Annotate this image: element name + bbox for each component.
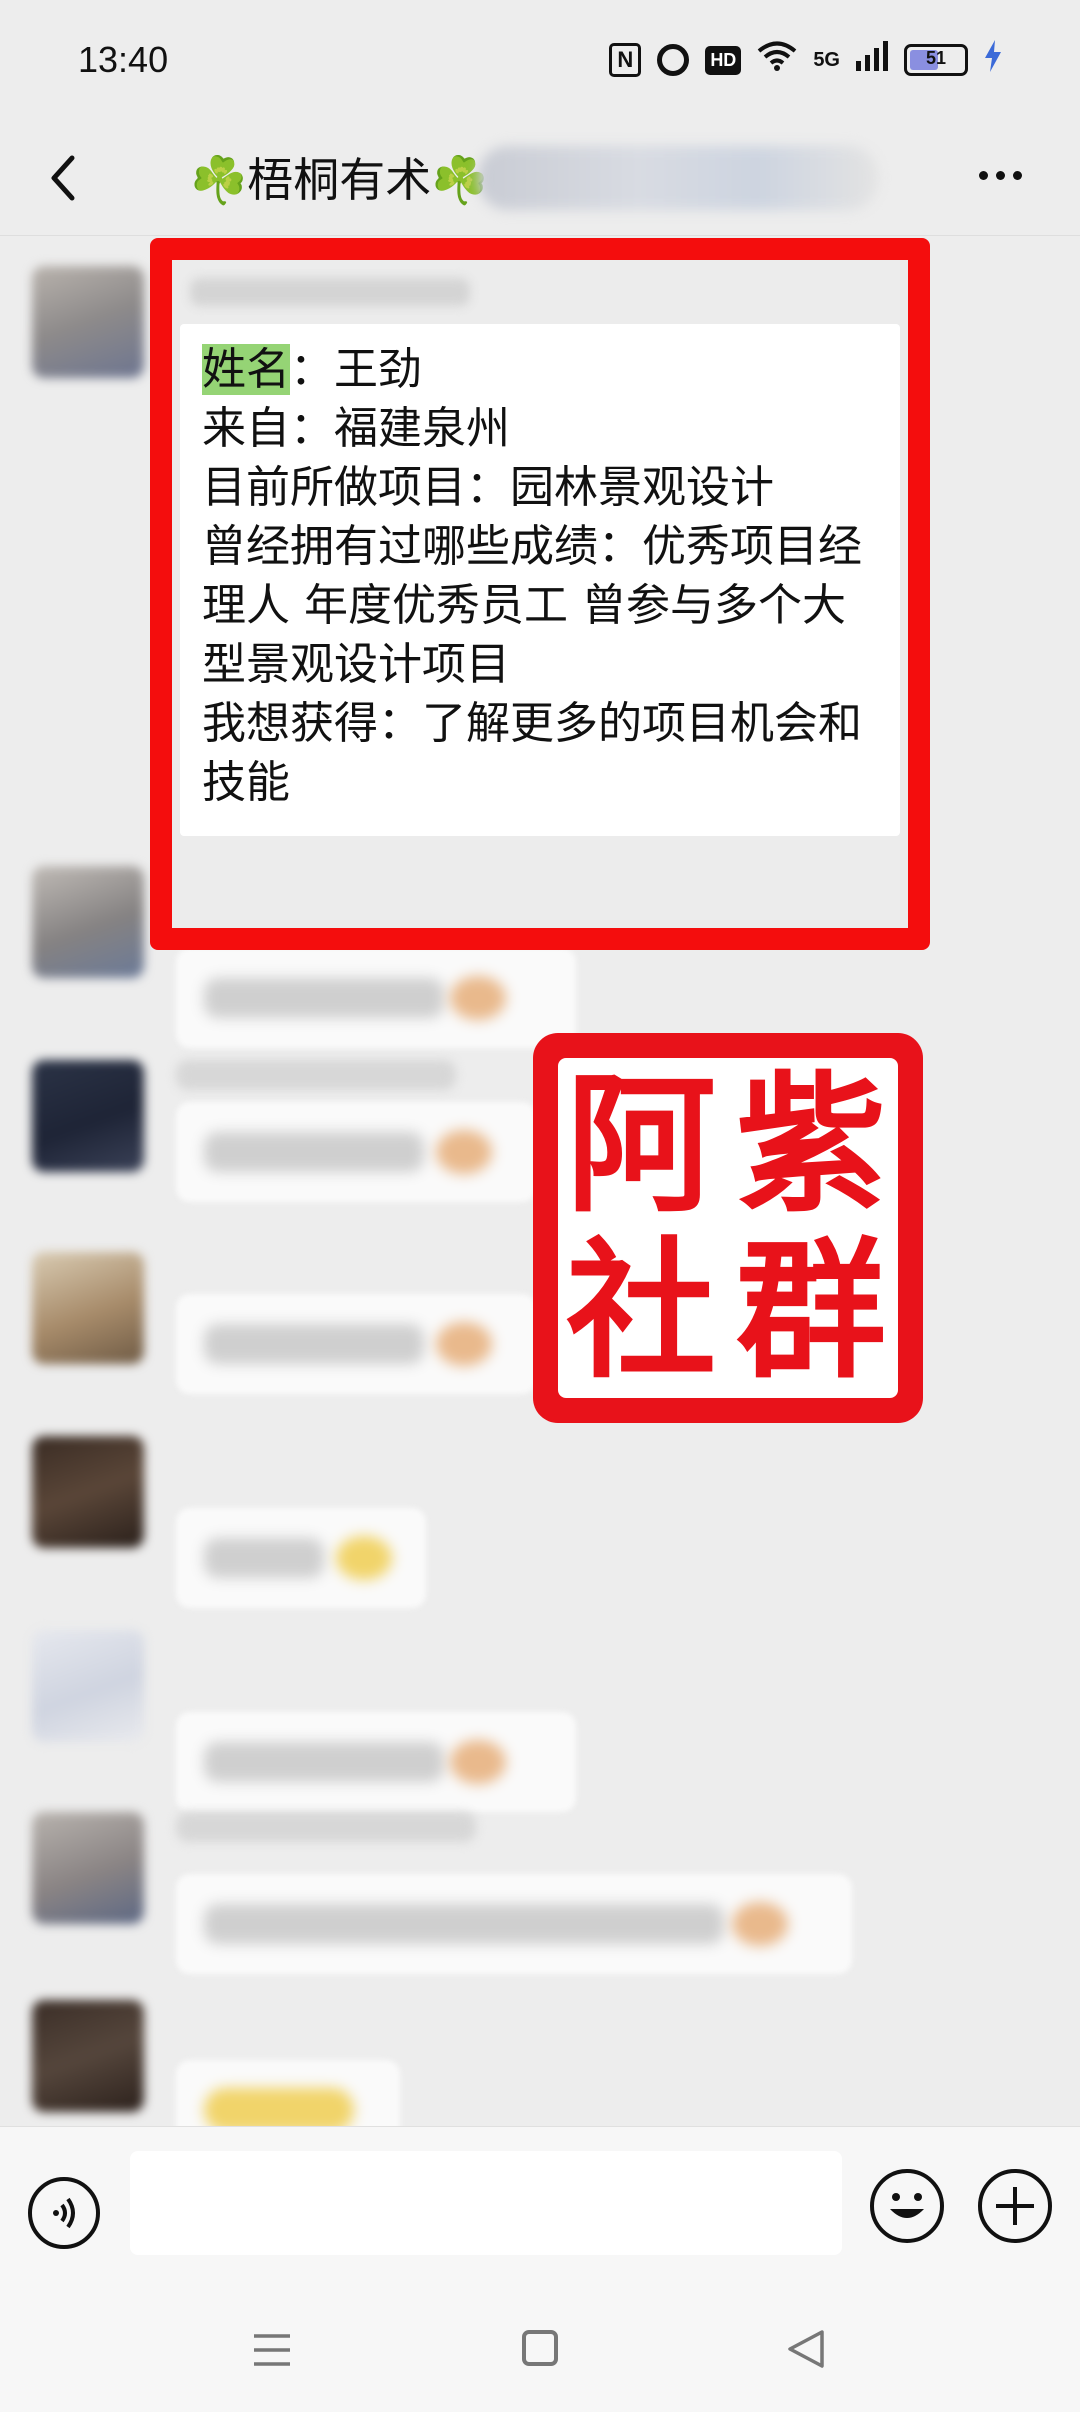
avatar[interactable] bbox=[32, 2000, 144, 2112]
avatar[interactable] bbox=[32, 1812, 144, 1924]
plus-circle-icon bbox=[996, 2187, 1034, 2225]
emoji-smile-icon bbox=[890, 2193, 924, 2218]
chat-title: ☘️梧桐有术☘️ bbox=[190, 153, 489, 207]
more-button[interactable] bbox=[975, 156, 1035, 196]
chat-screen: 13:40 N HD 5G 51 ☘️梧桐有术☘️ 姓名：王劲 来自：福建泉州 … bbox=[0, 0, 1080, 2412]
hd-icon: HD bbox=[705, 45, 742, 75]
input-bar bbox=[0, 2126, 1080, 2288]
avatar[interactable] bbox=[32, 266, 144, 378]
status-time: 13:40 bbox=[78, 39, 169, 80]
nav-recents-button[interactable] bbox=[252, 2332, 292, 2368]
emoji-button[interactable] bbox=[870, 2169, 944, 2243]
message-bubble[interactable] bbox=[176, 1712, 576, 1812]
chat-header: ☘️梧桐有术☘️ bbox=[0, 120, 1080, 236]
alarm-icon bbox=[657, 44, 690, 76]
message-bubble[interactable] bbox=[176, 1508, 426, 1608]
avatar[interactable] bbox=[32, 1436, 144, 1548]
menu-lines-icon bbox=[254, 2334, 290, 2366]
system-nav-bar bbox=[0, 2288, 1080, 2412]
redacted-title-suffix bbox=[478, 146, 878, 210]
nav-home-button[interactable] bbox=[522, 2330, 558, 2366]
stamp-char: 群 bbox=[736, 1223, 887, 1399]
more-dots-icon bbox=[975, 171, 1026, 199]
status-icons: N HD 5G 51 bbox=[609, 40, 1002, 80]
back-button[interactable] bbox=[38, 148, 94, 208]
message-bubble[interactable] bbox=[176, 1294, 536, 1394]
seal-stamp: 阿 紫 社 群 bbox=[536, 1036, 920, 1420]
wifi-icon bbox=[757, 40, 797, 80]
stamp-char: 紫 bbox=[736, 1057, 887, 1233]
highlight-frame bbox=[150, 238, 930, 950]
chevron-left-icon bbox=[51, 155, 75, 201]
message-input[interactable] bbox=[130, 2151, 842, 2255]
stamp-char: 阿 bbox=[566, 1057, 717, 1233]
avatar[interactable] bbox=[32, 1252, 144, 1364]
avatar[interactable] bbox=[32, 1630, 144, 1742]
avatar[interactable] bbox=[32, 1060, 144, 1172]
battery-level: 51 bbox=[925, 48, 947, 68]
nav-back-button[interactable] bbox=[786, 2328, 826, 2370]
message-bubble[interactable] bbox=[176, 1102, 536, 1202]
avatar[interactable] bbox=[32, 866, 144, 978]
status-bar: 13:40 N HD 5G 51 bbox=[0, 0, 1080, 120]
message-bubble[interactable] bbox=[176, 1874, 852, 1974]
signal-icon bbox=[856, 41, 888, 79]
voice-button[interactable] bbox=[28, 2177, 100, 2249]
5g-label: 5G bbox=[813, 48, 840, 71]
battery-icon: 51 bbox=[904, 44, 968, 76]
plus-button[interactable] bbox=[978, 2169, 1052, 2243]
sender-nickname bbox=[176, 1812, 476, 1842]
back-triangle-icon bbox=[788, 2330, 824, 2368]
sender-nickname bbox=[176, 1060, 456, 1090]
stamp-char: 社 bbox=[566, 1223, 717, 1399]
charging-icon bbox=[984, 40, 1002, 80]
voice-icon bbox=[53, 2197, 75, 2229]
nfc-icon: N bbox=[609, 43, 642, 77]
message-bubble[interactable] bbox=[176, 948, 576, 1048]
